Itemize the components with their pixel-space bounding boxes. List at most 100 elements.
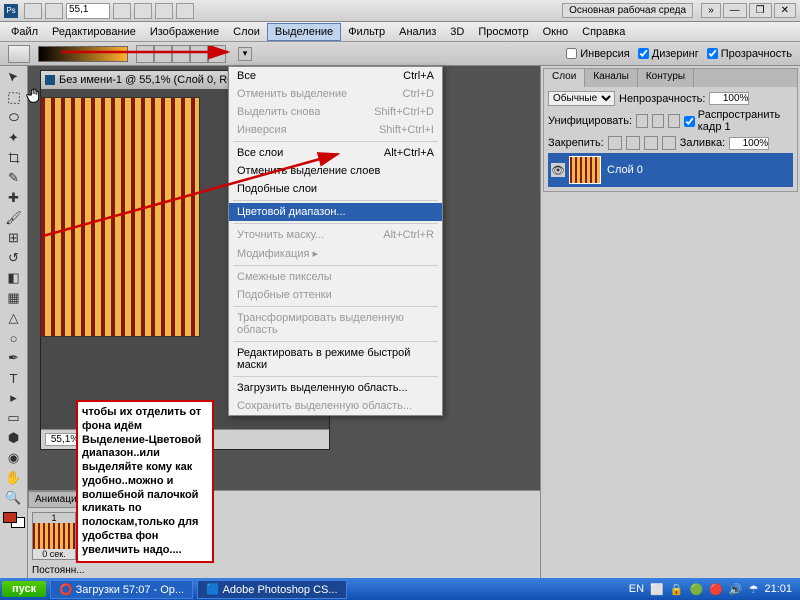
menu-item[interactable]: Отменить выделение слоев bbox=[229, 162, 442, 180]
mode-dropdown[interactable]: ▾ bbox=[238, 47, 252, 61]
lasso-tool[interactable] bbox=[2, 108, 26, 128]
lock-all-icon[interactable] bbox=[662, 136, 676, 150]
eyedropper-tool[interactable]: ✎ bbox=[2, 168, 26, 188]
animation-loop[interactable]: Постоянн... bbox=[32, 565, 85, 576]
gradient-preview[interactable] bbox=[38, 46, 128, 62]
menu-окно[interactable]: Окно bbox=[536, 24, 576, 40]
menu-слои[interactable]: Слои bbox=[226, 24, 267, 40]
menu-item[interactable]: Загрузить выделенную область... bbox=[229, 379, 442, 397]
taskbar-item[interactable]: 🟦 Adobe Photoshop CS... bbox=[197, 580, 346, 599]
menu-item[interactable]: Все слоиAlt+Ctrl+A bbox=[229, 144, 442, 162]
menu-выделение[interactable]: Выделение bbox=[267, 23, 341, 41]
tray-icon[interactable]: 🔊 bbox=[729, 583, 743, 596]
gradient-tool[interactable]: ▦ bbox=[2, 288, 26, 308]
crop-tool[interactable] bbox=[2, 148, 26, 168]
wand-tool[interactable]: ✦ bbox=[2, 128, 26, 148]
lang-indicator[interactable]: EN bbox=[629, 583, 644, 595]
transparency-checkbox[interactable]: Прозрачность bbox=[707, 48, 792, 60]
animation-frame[interactable]: 1 0 сек. bbox=[32, 512, 76, 560]
lock-pixels-icon[interactable] bbox=[626, 136, 640, 150]
hand-tool[interactable]: ✋ bbox=[2, 468, 26, 488]
rotate-view-icon[interactable] bbox=[134, 3, 152, 19]
gradient-linear-icon[interactable] bbox=[136, 45, 154, 63]
current-tool-icon[interactable] bbox=[8, 45, 30, 63]
stamp-tool[interactable]: ⊞ bbox=[2, 228, 26, 248]
menu-item[interactable]: Подобные слои bbox=[229, 180, 442, 198]
unify-icon-1[interactable] bbox=[636, 114, 648, 128]
clock[interactable]: 21:01 bbox=[764, 583, 792, 595]
opacity-label: Непрозрачность: bbox=[619, 93, 705, 105]
workspace-button[interactable]: Основная рабочая среда bbox=[562, 3, 693, 18]
3d-tool[interactable]: ⬢ bbox=[2, 428, 26, 448]
tray-icon[interactable]: ⬜ bbox=[650, 583, 664, 596]
lock-position-icon[interactable] bbox=[644, 136, 658, 150]
tray-icon[interactable]: 🟢 bbox=[689, 583, 703, 596]
layer-row[interactable]: 👁 Слой 0 bbox=[548, 153, 793, 187]
minimize-button[interactable]: — bbox=[723, 3, 747, 18]
gradient-radial-icon[interactable] bbox=[154, 45, 172, 63]
gradient-diamond-icon[interactable] bbox=[208, 45, 226, 63]
panel-tab[interactable]: Контуры bbox=[638, 69, 694, 87]
type-tool[interactable]: T bbox=[2, 368, 26, 388]
menu-item: Уточнить маску...Alt+Ctrl+R bbox=[229, 226, 442, 244]
panel-tab[interactable]: Каналы bbox=[585, 69, 638, 87]
gradient-angle-icon[interactable] bbox=[172, 45, 190, 63]
unify-icon-2[interactable] bbox=[652, 114, 664, 128]
dodge-tool[interactable]: ○ bbox=[2, 328, 26, 348]
chevrons-icon[interactable]: » bbox=[701, 3, 721, 18]
color-swatches[interactable] bbox=[3, 512, 25, 528]
zoom-tool[interactable]: 🔍 bbox=[2, 488, 26, 508]
menu-item[interactable]: Цветовой диапазон... bbox=[229, 203, 442, 221]
layer-name: Слой 0 bbox=[607, 164, 643, 176]
bridge-icon[interactable] bbox=[24, 3, 42, 19]
menu-просмотр[interactable]: Просмотр bbox=[471, 24, 535, 40]
tray-icon[interactable]: 🔴 bbox=[709, 583, 723, 596]
invert-checkbox[interactable]: Инверсия bbox=[566, 48, 630, 60]
shape-tool[interactable]: ▭ bbox=[2, 408, 26, 428]
close-button[interactable]: ✕ bbox=[774, 3, 796, 18]
start-button[interactable]: пуск bbox=[2, 581, 46, 597]
screen-mode-icon[interactable] bbox=[176, 3, 194, 19]
menu-item: Отменить выделениеCtrl+D bbox=[229, 85, 442, 103]
canvas-area: Без имени-1 @ 55,1% (Слой 0, RGB/8) ВсеC… bbox=[28, 66, 540, 578]
menubar: ФайлРедактированиеИзображениеСлоиВыделен… bbox=[0, 22, 800, 42]
menu-файл[interactable]: Файл bbox=[4, 24, 45, 40]
opacity-input[interactable] bbox=[709, 92, 749, 105]
unify-icon-3[interactable] bbox=[668, 114, 680, 128]
menu-редактирование[interactable]: Редактирование bbox=[45, 24, 143, 40]
view-extras-icon[interactable] bbox=[45, 3, 63, 19]
menu-item[interactable]: Редактировать в режиме быстрой маски bbox=[229, 344, 442, 374]
panel-tab[interactable]: Слои bbox=[544, 69, 585, 87]
visibility-icon[interactable]: 👁 bbox=[551, 163, 565, 177]
maximize-button[interactable]: ❐ bbox=[749, 3, 772, 18]
marquee-tool[interactable] bbox=[2, 88, 26, 108]
lock-transparency-icon[interactable] bbox=[608, 136, 622, 150]
blur-tool[interactable]: △ bbox=[2, 308, 26, 328]
lock-label: Закрепить: bbox=[548, 137, 604, 149]
menu-анализ[interactable]: Анализ bbox=[392, 24, 443, 40]
arrange-docs-icon[interactable] bbox=[155, 3, 173, 19]
tray-icon[interactable]: ☂ bbox=[749, 583, 759, 596]
path-select-tool[interactable]: ▸ bbox=[2, 388, 26, 408]
gradient-reflected-icon[interactable] bbox=[190, 45, 208, 63]
blend-mode-select[interactable]: Обычные bbox=[548, 91, 615, 106]
menu-item[interactable]: ВсеCtrl+A bbox=[229, 67, 442, 85]
zoom-field[interactable]: 55,1 bbox=[66, 3, 110, 19]
menu-справка[interactable]: Справка bbox=[575, 24, 632, 40]
history-brush-tool[interactable]: ↺ bbox=[2, 248, 26, 268]
move-tool[interactable] bbox=[2, 68, 26, 88]
brush-tool[interactable]: 🖌 bbox=[2, 208, 26, 228]
taskbar-item[interactable]: ⭕ Загрузки 57:07 - Op... bbox=[50, 580, 193, 599]
propagate-checkbox[interactable]: Распространить кадр 1 bbox=[684, 109, 793, 133]
hand-tool-icon[interactable] bbox=[113, 3, 131, 19]
eraser-tool[interactable]: ◧ bbox=[2, 268, 26, 288]
fill-input[interactable] bbox=[729, 137, 769, 150]
heal-tool[interactable]: ✚ bbox=[2, 188, 26, 208]
dither-checkbox[interactable]: Дизеринг bbox=[638, 48, 699, 60]
tray-icon[interactable]: 🔒 bbox=[670, 583, 684, 596]
menu-изображение[interactable]: Изображение bbox=[143, 24, 226, 40]
pen-tool[interactable]: ✒ bbox=[2, 348, 26, 368]
3d-camera-tool[interactable]: ◉ bbox=[2, 448, 26, 468]
menu-фильтр[interactable]: Фильтр bbox=[341, 24, 392, 40]
menu-3d[interactable]: 3D bbox=[443, 24, 471, 40]
